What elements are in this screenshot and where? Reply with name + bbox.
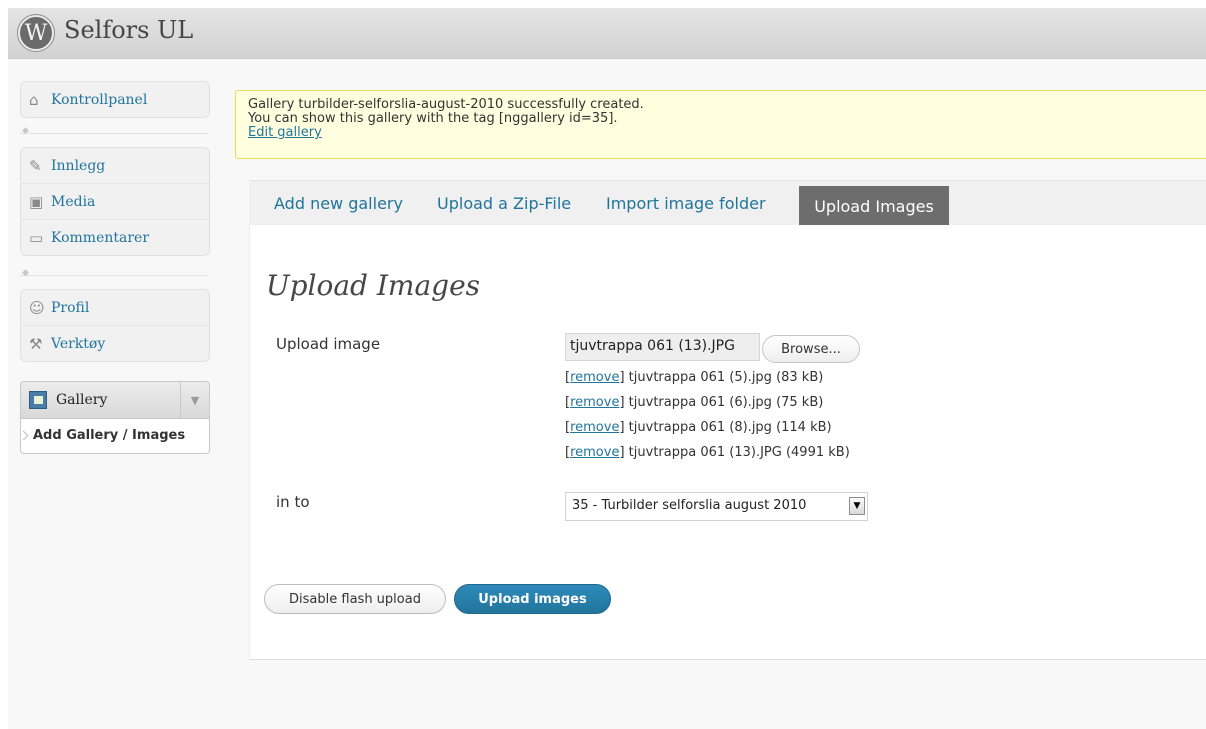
menu-item-label: Verktøy — [51, 335, 106, 352]
admin-header: W Selfors UL — [8, 8, 1206, 59]
remove-link[interactable]: remove — [570, 445, 619, 460]
gallery-select-value: 35 - Turbilder selforslia august 2010 — [572, 498, 807, 513]
gallery-menu: Gallery ▼ Add Gallery / Images — [20, 381, 210, 454]
wp-admin-window: W Selfors UL ⌂ Kontrollpanel ◆ ✎ Innlegg… — [8, 8, 1206, 729]
media-icon: ▣ — [29, 192, 44, 211]
file-name: tjuvtrappa 061 (5).jpg (83 kB) — [628, 370, 824, 385]
menu-item-innlegg[interactable]: ✎ Innlegg — [21, 148, 209, 183]
chevron-down-icon[interactable]: ▼ — [180, 382, 209, 418]
tab-upload-zip[interactable]: Upload a Zip-File — [437, 194, 571, 213]
menu-item-label: Kommentarer — [51, 229, 150, 246]
comments-icon: ▭ — [29, 228, 44, 247]
upload-image-label: Upload image — [276, 335, 381, 353]
remove-link[interactable]: remove — [570, 370, 619, 385]
upload-images-button[interactable]: Upload images — [454, 584, 611, 614]
menu-item-label: Innlegg — [51, 157, 106, 174]
chevron-down-icon[interactable]: ▼ — [849, 497, 865, 515]
pin-icon: ✎ — [29, 156, 42, 175]
success-notice: Gallery turbilder-selforslia-august-2010… — [235, 90, 1206, 159]
tab-bar: Add new gallery Upload a Zip-File Import… — [249, 180, 1206, 226]
wordpress-logo-icon[interactable]: W — [18, 15, 54, 51]
admin-menu-group-3: ☺ Profil ⚒ Verktøy — [20, 289, 210, 362]
separator-arrow-icon[interactable]: ◆ — [22, 268, 29, 278]
queued-file-row: [remove] tjuvtrappa 061 (5).jpg (83 kB) — [565, 370, 824, 385]
tools-icon: ⚒ — [29, 334, 43, 353]
admin-menu-group-1: ⌂ Kontrollpanel — [20, 81, 210, 118]
queued-file-row: [remove] tjuvtrappa 061 (8).jpg (114 kB) — [565, 420, 832, 435]
submenu-item-add-gallery[interactable]: Add Gallery / Images — [21, 419, 209, 453]
menu-item-label: Media — [51, 193, 96, 210]
queued-file-row: [remove] tjuvtrappa 061 (6).jpg (75 kB) — [565, 395, 824, 410]
menu-item-media[interactable]: ▣ Media — [21, 183, 209, 219]
tab-upload-images[interactable]: Upload Images — [799, 186, 949, 226]
tab-add-new-gallery[interactable]: Add new gallery — [274, 194, 403, 213]
file-name: tjuvtrappa 061 (8).jpg (114 kB) — [628, 420, 832, 435]
notice-line: You can show this gallery with the tag [… — [248, 111, 618, 126]
edit-gallery-link[interactable]: Edit gallery — [248, 125, 322, 140]
menu-separator — [20, 133, 208, 135]
upload-images-panel: Upload Images Upload image tjuvtrappa 06… — [249, 225, 1206, 660]
menu-separator — [20, 275, 208, 277]
disable-flash-upload-button[interactable]: Disable flash upload — [264, 584, 446, 614]
tab-import-folder[interactable]: Import image folder — [606, 194, 766, 213]
menu-item-kontrollpanel[interactable]: ⌂ Kontrollpanel — [21, 82, 209, 117]
menu-item-kommentarer[interactable]: ▭ Kommentarer — [21, 219, 209, 255]
gallery-menu-header[interactable]: Gallery ▼ — [21, 382, 209, 419]
remove-link[interactable]: remove — [570, 395, 619, 410]
page-title: Upload Images — [266, 269, 481, 302]
site-title[interactable]: Selfors UL — [64, 16, 193, 44]
menu-item-label: Kontrollpanel — [51, 91, 148, 108]
admin-menu-group-2: ✎ Innlegg ▣ Media ▭ Kommentarer — [20, 147, 210, 256]
home-icon: ⌂ — [29, 90, 39, 109]
queued-file-row: [remove] tjuvtrappa 061 (13).JPG (4991 k… — [565, 445, 850, 460]
browse-button[interactable]: Browse... — [762, 335, 860, 363]
menu-item-verktoy[interactable]: ⚒ Verktøy — [21, 325, 209, 361]
notice-line: Gallery turbilder-selforslia-august-2010… — [248, 97, 644, 112]
file-name: tjuvtrappa 061 (13).JPG (4991 kB) — [628, 445, 850, 460]
gallery-menu-label: Gallery — [56, 392, 108, 408]
menu-item-profil[interactable]: ☺ Profil — [21, 290, 209, 325]
remove-link[interactable]: remove — [570, 420, 619, 435]
users-icon: ☺ — [29, 298, 45, 317]
separator-arrow-icon[interactable]: ◆ — [22, 126, 29, 136]
file-input[interactable]: tjuvtrappa 061 (13).JPG — [565, 333, 760, 361]
in-to-label: in to — [276, 493, 310, 511]
gallery-select[interactable]: 35 - Turbilder selforslia august 2010 ▼ — [565, 492, 868, 521]
gallery-icon — [29, 391, 47, 409]
file-name: tjuvtrappa 061 (6).jpg (75 kB) — [628, 395, 824, 410]
menu-item-label: Profil — [51, 299, 90, 316]
